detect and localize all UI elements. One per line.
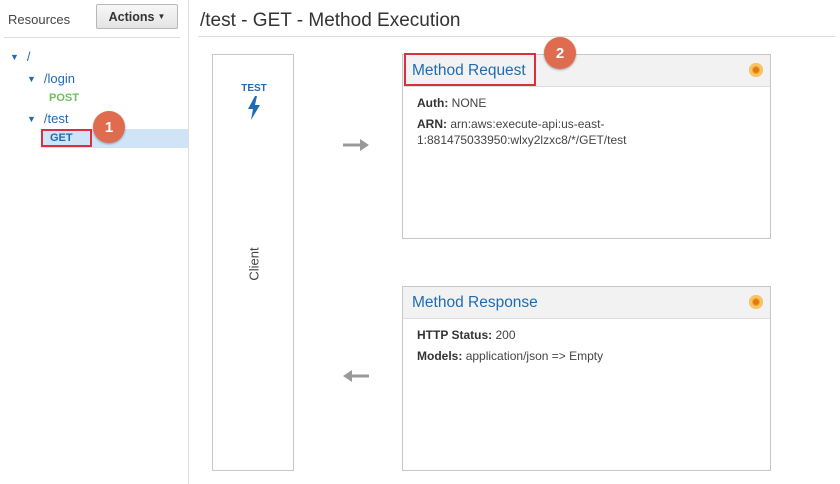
actions-button[interactable]: Actions ▼ <box>96 4 178 29</box>
status-dot-icon[interactable] <box>749 295 763 309</box>
sidebar-separator <box>188 0 189 484</box>
arrow-left-icon <box>343 370 369 382</box>
tree-label-login[interactable]: /login <box>44 71 75 86</box>
sidebar-divider <box>4 37 180 38</box>
resources-sidebar: Resources Actions ▼ ▼ / ▼ /login POST ▼ … <box>0 0 188 484</box>
callout-badge-2: 2 <box>544 37 576 69</box>
status-dot-icon[interactable] <box>749 63 763 77</box>
method-response-body: HTTP Status: 200 Models: application/jso… <box>403 319 770 377</box>
arn-value-line1: arn:aws:execute-api:us-east- <box>450 117 605 131</box>
arn-row: ARN: arn:aws:execute-api:us-east- 1:8814… <box>417 116 756 148</box>
caret-down-icon: ▼ <box>157 12 166 21</box>
method-request-header: Method Request <box>403 53 770 87</box>
method-response-header: Method Response <box>403 287 770 319</box>
method-request-body: Auth: NONE ARN: arn:aws:execute-api:us-e… <box>403 87 770 161</box>
method-response-card: Method Response HTTP Status: 200 Models:… <box>402 286 771 471</box>
http-status-label: HTTP Status: <box>417 328 493 342</box>
test-link[interactable]: TEST <box>213 83 295 94</box>
tree-label-test[interactable]: /test <box>44 111 69 126</box>
arn-value-line2: 1:881475033950:wlxy2lzxc8/*/GET/test <box>417 133 627 147</box>
expand-triangle-icon[interactable]: ▼ <box>27 74 36 84</box>
actions-label: Actions <box>108 9 155 24</box>
tree-item-root[interactable]: ▼ / <box>10 49 31 64</box>
arrow-right-icon <box>343 139 369 151</box>
tree-item-test[interactable]: ▼ /test <box>27 111 69 126</box>
page-title: /test - GET - Method Execution <box>200 10 461 31</box>
method-request-card: Method Request Auth: NONE ARN: arn:aws:e… <box>402 53 771 239</box>
tree-method-get[interactable]: GET <box>41 129 92 147</box>
resources-title: Resources <box>8 12 71 27</box>
tree-label-root[interactable]: / <box>27 49 31 64</box>
expand-triangle-icon[interactable]: ▼ <box>10 52 19 62</box>
auth-row: Auth: NONE <box>417 95 756 111</box>
auth-label: Auth: <box>417 96 449 110</box>
client-panel: TEST Client <box>212 54 294 471</box>
method-request-link[interactable]: Method Request <box>412 62 526 80</box>
title-divider <box>198 36 835 37</box>
models-value: application/json => Empty <box>465 349 604 363</box>
http-status-row: HTTP Status: 200 <box>417 327 756 343</box>
models-row: Models: application/json => Empty <box>417 348 756 364</box>
models-label: Models: <box>417 349 463 363</box>
expand-triangle-icon[interactable]: ▼ <box>27 114 36 124</box>
tree-method-post[interactable]: POST <box>49 92 79 104</box>
client-label: Client <box>246 247 262 281</box>
auth-value: NONE <box>451 96 487 110</box>
method-response-link[interactable]: Method Response <box>412 294 538 312</box>
lightning-bolt-icon[interactable] <box>244 95 264 121</box>
arn-label: ARN: <box>417 117 447 131</box>
callout-badge-1: 1 <box>93 111 125 143</box>
tree-item-login[interactable]: ▼ /login <box>27 71 75 86</box>
http-status-value: 200 <box>495 328 516 342</box>
